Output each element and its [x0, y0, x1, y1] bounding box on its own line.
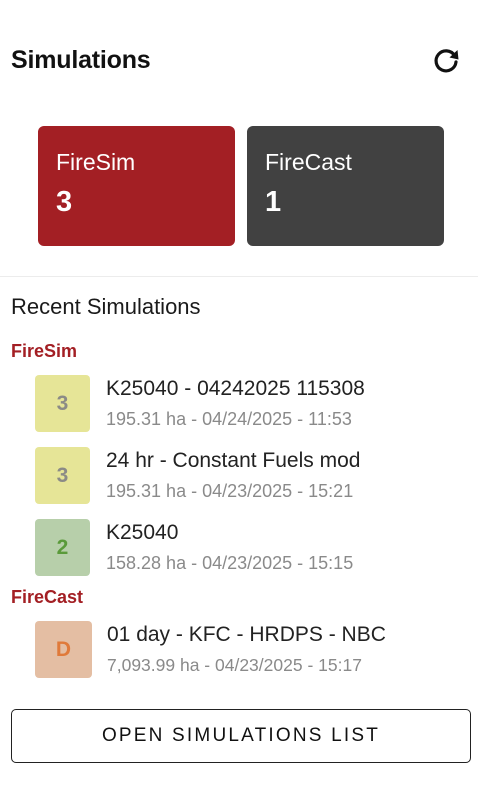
card-firecast[interactable]: FireCast 1 [247, 126, 444, 246]
risk-badge: 3 [35, 375, 90, 432]
simulation-title: 24 hr - Constant Fuels mod [106, 449, 361, 472]
card-firecast-label: FireCast [265, 149, 352, 175]
risk-badge: D [35, 621, 92, 678]
open-simulations-list-button[interactable]: OPEN SIMULATIONS LIST [11, 709, 471, 763]
card-firecast-count: 1 [265, 186, 282, 218]
risk-badge: 3 [35, 447, 90, 504]
section-divider [0, 276, 478, 277]
page-header: Simulations [11, 44, 467, 78]
list-item[interactable]: 3 24 hr - Constant Fuels mod 195.31 ha -… [35, 447, 455, 507]
simulation-title: K25040 - 04242025 115308 [106, 377, 365, 400]
list-item[interactable]: 2 K25040 158.28 ha - 04/23/2025 - 15:15 [35, 519, 455, 579]
simulation-details: 158.28 ha - 04/23/2025 - 15:15 [106, 553, 354, 573]
summary-cards: FireSim 3 FireCast 1 [38, 126, 444, 246]
simulation-details: 195.31 ha - 04/24/2025 - 11:53 [106, 409, 352, 429]
simulation-details: 7,093.99 ha - 04/23/2025 - 15:17 [107, 655, 362, 675]
simulation-title: K25040 [106, 521, 179, 544]
simulation-details: 195.31 ha - 04/23/2025 - 15:21 [106, 481, 354, 501]
group-label-firecast: FireCast [11, 587, 84, 607]
simulation-title: 01 day - KFC - HRDPS - NBC [107, 623, 386, 646]
refresh-button[interactable] [429, 44, 463, 78]
card-firesim-count: 3 [56, 186, 73, 218]
list-item[interactable]: 3 K25040 - 04242025 115308 195.31 ha - 0… [35, 375, 455, 435]
group-label-firesim: FireSim [11, 341, 78, 361]
refresh-icon [434, 49, 459, 73]
page-title: Simulations [11, 46, 151, 74]
recent-simulations-title: Recent Simulations [11, 294, 201, 319]
card-firesim-label: FireSim [56, 149, 136, 175]
card-firesim[interactable]: FireSim 3 [38, 126, 235, 246]
list-item[interactable]: D 01 day - KFC - HRDPS - NBC 7,093.99 ha… [35, 621, 455, 681]
risk-badge: 2 [35, 519, 90, 576]
